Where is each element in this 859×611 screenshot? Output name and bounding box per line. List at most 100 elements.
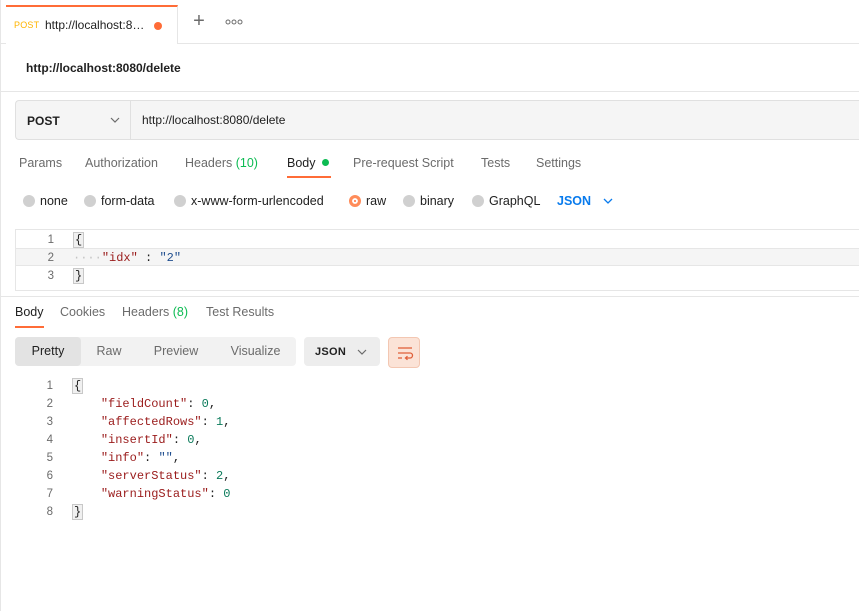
- resp-tab-test-results[interactable]: Test Results: [206, 305, 274, 319]
- active-tab-underline: [15, 326, 44, 328]
- url-bar: POST: [15, 100, 859, 140]
- response-format-value: JSON: [315, 346, 347, 358]
- radio-circle-icon: [472, 195, 484, 207]
- json-value: "2": [159, 251, 182, 265]
- request-tab-strip: POST http://localhost:8… +: [1, 0, 859, 44]
- code-line: 2 "fieldCount": 0,: [15, 395, 859, 413]
- body-status-dot-icon: [321, 159, 329, 166]
- close-brace: }: [73, 268, 85, 284]
- code-line: 7 "warningStatus": 0: [15, 485, 859, 503]
- open-brace: {: [73, 232, 85, 248]
- radio-label: form-data: [101, 194, 155, 208]
- code-line: 5 "info": "",: [15, 449, 859, 467]
- line-number: 1: [47, 234, 54, 246]
- response-format-select[interactable]: JSON: [304, 337, 380, 366]
- indent-dots: ····: [73, 251, 102, 265]
- tab-headers[interactable]: Headers (10): [185, 156, 258, 170]
- response-tabs: Body Cookies Headers (8) Test Results: [1, 298, 859, 328]
- code-text: ····"idx" : "2": [73, 249, 181, 267]
- json-key: "info": [100, 451, 145, 465]
- resp-tab-headers[interactable]: Headers (8): [122, 305, 188, 319]
- code-line: 6 "serverStatus": 2,: [15, 467, 859, 485]
- line-number: 1: [46, 380, 53, 392]
- tab-label: Body: [15, 305, 44, 319]
- radio-binary[interactable]: binary: [403, 194, 454, 208]
- request-body-editor[interactable]: 1 { 2 ····"idx" : "2" 3 }: [15, 229, 859, 291]
- tab-settings[interactable]: Settings: [536, 156, 581, 170]
- radio-label: x-www-form-urlencoded: [191, 194, 324, 208]
- active-tab-underline: [287, 176, 331, 178]
- request-title[interactable]: http://localhost:8080/delete: [26, 61, 181, 75]
- chevron-down-icon: [110, 117, 120, 123]
- json-key: "fieldCount": [100, 397, 188, 411]
- radio-graphql[interactable]: GraphQL: [472, 194, 540, 208]
- resp-tab-body[interactable]: Body: [15, 305, 44, 319]
- radio-label: GraphQL: [489, 194, 541, 208]
- view-preview-button[interactable]: Preview: [137, 337, 215, 366]
- tab-pre-request-script[interactable]: Pre-request Script: [353, 156, 454, 170]
- code-text: "insertId": 0,: [100, 433, 202, 447]
- json-comma: ,: [208, 397, 217, 411]
- tab-params[interactable]: Params: [19, 156, 62, 170]
- line-number: 3: [47, 270, 54, 282]
- radio-raw[interactable]: raw: [349, 194, 386, 208]
- tab-label: Authorization: [85, 156, 158, 170]
- radio-form-data[interactable]: form-data: [84, 194, 155, 208]
- code-line: 4 "insertId": 0,: [15, 431, 859, 449]
- code-text: }: [72, 503, 84, 521]
- view-raw-button[interactable]: Raw: [81, 337, 137, 366]
- code-line: 2 ····"idx" : "2": [16, 248, 859, 266]
- body-format-select[interactable]: JSON: [557, 194, 613, 208]
- request-tab-url: http://localhost:8…: [45, 18, 145, 32]
- wrap-lines-button[interactable]: [388, 337, 420, 368]
- code-line: 8}: [15, 503, 859, 521]
- close-brace: }: [72, 504, 84, 520]
- tab-authorization[interactable]: Authorization: [85, 156, 158, 170]
- tab-tests[interactable]: Tests: [481, 156, 510, 170]
- open-brace: {: [72, 378, 84, 394]
- tab-label: Tests: [481, 156, 511, 170]
- view-visualize-button[interactable]: Visualize: [215, 337, 296, 366]
- chevron-down-icon: [603, 198, 613, 204]
- radio-circle-icon: [174, 195, 186, 207]
- json-comma: ,: [194, 433, 202, 447]
- headers-count: (8): [172, 305, 189, 319]
- headers-count: (10): [235, 156, 258, 170]
- code-line: 3 "affectedRows": 1,: [15, 413, 859, 431]
- response-body-viewer[interactable]: 1 {2 "fieldCount": 0, 3 "affectedRows": 1,…: [15, 377, 859, 527]
- response-divider[interactable]: [1, 296, 859, 297]
- radio-selected-icon: [349, 195, 361, 207]
- request-tabs: Params Authorization Headers (10) Body P…: [1, 150, 859, 180]
- tab-label: Headers: [185, 156, 233, 170]
- request-tab[interactable]: POST http://localhost:8…: [6, 5, 178, 44]
- radio-circle-icon: [23, 195, 35, 207]
- view-pretty-button[interactable]: Pretty: [15, 337, 81, 366]
- body-type-selector: none form-data x-www-form-urlencoded raw…: [1, 188, 859, 212]
- url-input[interactable]: [131, 101, 859, 139]
- line-number: 5: [46, 452, 53, 464]
- request-tab-method: POST: [14, 20, 40, 30]
- request-name-header: http://localhost:8080/delete: [1, 44, 859, 92]
- json-comma: ,: [223, 415, 231, 429]
- tab-body[interactable]: Body: [287, 156, 329, 170]
- json-value: 0: [223, 487, 231, 501]
- line-number: 4: [46, 434, 53, 446]
- resp-tab-cookies[interactable]: Cookies: [60, 305, 105, 319]
- radio-x-www-form-urlencoded[interactable]: x-www-form-urlencoded: [174, 194, 324, 208]
- body-format-value: JSON: [557, 194, 592, 208]
- unsaved-dot-icon[interactable]: [154, 22, 162, 30]
- more-options-icon[interactable]: [223, 16, 245, 28]
- tab-label: Body: [287, 156, 316, 170]
- method-select[interactable]: POST: [16, 101, 131, 139]
- json-value: 0: [201, 397, 209, 411]
- code-text: {: [73, 231, 85, 249]
- radio-none[interactable]: none: [23, 194, 68, 208]
- line-number: 6: [46, 470, 53, 482]
- new-tab-plus-icon[interactable]: +: [189, 11, 209, 32]
- json-value: "": [158, 451, 173, 465]
- chevron-down-icon: [357, 349, 367, 355]
- code-text: }: [73, 267, 85, 285]
- line-number: 2: [47, 252, 54, 264]
- json-key: "serverStatus": [100, 469, 202, 483]
- json-comma: ,: [172, 451, 181, 465]
